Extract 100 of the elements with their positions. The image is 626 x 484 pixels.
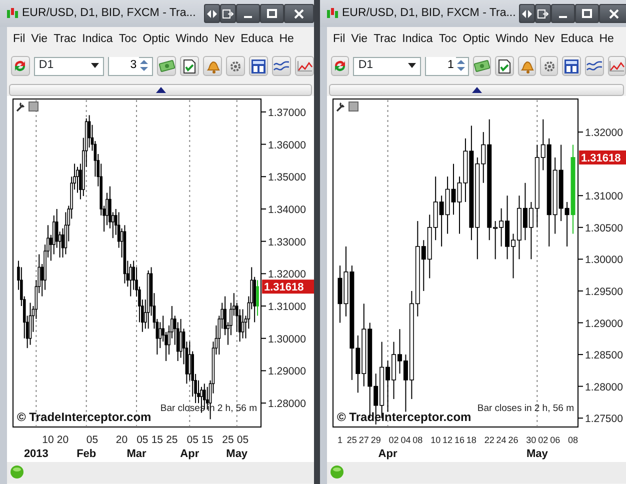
square-icon[interactable]: [28, 102, 38, 112]
app-icon: [325, 6, 339, 20]
menu-item[interactable]: Toc: [438, 31, 458, 49]
maximize-icon: [582, 8, 592, 18]
timeframe-dropdown[interactable]: D1: [34, 56, 104, 76]
close-button[interactable]: [284, 4, 314, 23]
spinner-arrows-icon[interactable]: [138, 58, 149, 74]
menu-item[interactable]: Optic: [462, 31, 491, 49]
wave-chart-icon[interactable]: [272, 56, 292, 76]
connection-status-icon: [10, 465, 24, 480]
month-label: Feb: [76, 448, 96, 460]
minimize-icon: [558, 16, 567, 18]
time-axis-label: 05: [236, 434, 249, 446]
maximize-button[interactable]: [574, 4, 599, 23]
settings-icon[interactable]: [540, 56, 558, 76]
document-check-icon[interactable]: [180, 56, 200, 76]
close-button[interactable]: [598, 4, 626, 23]
calculator-icon[interactable]: [249, 56, 268, 76]
square-icon[interactable]: [348, 102, 358, 112]
detach-button[interactable]: [534, 4, 551, 23]
close-icon: [294, 8, 304, 18]
minimize-button[interactable]: [236, 4, 260, 23]
month-label: Mar: [126, 448, 146, 460]
time-axis-label: 05: [136, 434, 148, 446]
wrench-icon[interactable]: [336, 102, 345, 112]
document-check-icon[interactable]: [495, 56, 514, 76]
snap-button[interactable]: [204, 4, 220, 23]
time-axis-label: 25: [346, 435, 357, 445]
menu-item[interactable]: Trac: [52, 31, 78, 49]
money-icon[interactable]: [473, 56, 492, 76]
price-axis-label: 1.27500: [585, 413, 623, 426]
double-arrow-icon: [206, 8, 218, 18]
time-axis-label: 30: [526, 435, 536, 445]
line-chart-icon[interactable]: [608, 56, 626, 76]
price-axis-label: 1.30000: [585, 254, 623, 266]
price-axis-label: 1.30500: [585, 222, 623, 234]
window-title: EUR/USD, D1, BID, FXCM - Tra...: [342, 6, 516, 21]
menu-item[interactable]: Indica: [401, 31, 434, 49]
refresh-icon[interactable]: [331, 56, 350, 76]
month-label: May: [226, 448, 248, 460]
menu-item[interactable]: Vie: [30, 31, 49, 49]
menu-item[interactable]: Nev: [213, 31, 236, 49]
time-axis-label: 05: [86, 434, 98, 446]
price-axis-label: 1.28000: [585, 381, 623, 394]
price-axis-label: 1.29000: [268, 366, 306, 378]
wave-chart-icon[interactable]: [584, 56, 604, 76]
menu-item[interactable]: Indica: [81, 31, 114, 49]
bell-icon[interactable]: [203, 56, 222, 76]
menu-item[interactable]: Windo: [174, 31, 210, 49]
candlestick: [203, 383, 206, 410]
timeframe-dropdown[interactable]: D1: [353, 56, 421, 76]
time-axis-label: 05: [186, 434, 198, 446]
candlestick: [256, 280, 259, 316]
collapse-icon[interactable]: [156, 87, 166, 93]
bar-count-spinner[interactable]: 3: [108, 56, 154, 76]
menu-item[interactable]: Educa: [560, 31, 594, 49]
line-chart-icon[interactable]: [295, 56, 314, 76]
wrench-icon[interactable]: [16, 102, 25, 112]
time-axis-label: 08: [568, 435, 578, 445]
candlestick: [188, 341, 192, 381]
time-axis-label: 02: [388, 435, 399, 445]
time-axis-label: 20: [116, 434, 128, 446]
month-label: Apr: [180, 448, 200, 460]
price-axis-label: 1.33000: [268, 236, 306, 248]
menu-item[interactable]: Nev: [533, 31, 556, 49]
detach-button[interactable]: [220, 4, 236, 23]
menu-item[interactable]: Optic: [142, 31, 171, 49]
time-axis-label: 20: [56, 434, 69, 446]
menu-item[interactable]: Windo: [494, 31, 530, 49]
minimize-button[interactable]: [550, 4, 575, 23]
app-icon: [5, 6, 19, 20]
menu-item[interactable]: He: [598, 31, 615, 49]
month-label: May: [526, 448, 548, 460]
price-axis-label: 1.29000: [585, 318, 623, 330]
menu-item[interactable]: Trac: [372, 31, 398, 49]
time-axis-label: 29: [370, 435, 381, 445]
price-axis-label: 1.29500: [585, 286, 623, 298]
time-axis-label: 27: [358, 435, 369, 445]
price-axis-label: 1.31000: [585, 190, 623, 203]
snap-button[interactable]: [518, 4, 535, 23]
candlestick: [129, 263, 132, 297]
menu-item[interactable]: Fil: [332, 31, 346, 49]
menu-item[interactable]: Vie: [350, 31, 369, 49]
money-icon[interactable]: [157, 56, 176, 76]
settings-icon[interactable]: [226, 56, 246, 76]
menu-item[interactable]: Toc: [118, 31, 138, 49]
candlestick: [76, 166, 79, 194]
bar-timer-text: Bar closes in 2 h, 56 m: [477, 403, 574, 414]
menu-item[interactable]: Educa: [240, 31, 274, 49]
exit-icon: [536, 8, 549, 18]
calculator-icon[interactable]: [562, 56, 581, 76]
bell-icon[interactable]: [518, 56, 536, 76]
spinner-arrows-icon[interactable]: [456, 58, 466, 74]
bar-count-spinner[interactable]: 1: [424, 56, 470, 76]
collapse-icon[interactable]: [472, 87, 482, 93]
time-axis-label: 12: [442, 435, 453, 445]
refresh-icon[interactable]: [11, 56, 30, 76]
maximize-button[interactable]: [260, 4, 284, 23]
menu-item[interactable]: He: [278, 31, 295, 49]
menu-item[interactable]: Fil: [12, 31, 26, 49]
